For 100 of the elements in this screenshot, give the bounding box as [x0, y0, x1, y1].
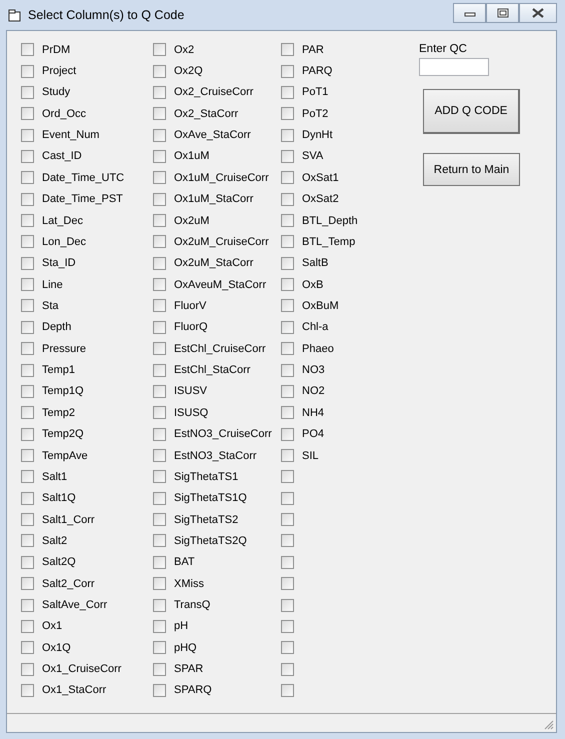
checkbox[interactable]	[21, 364, 34, 377]
checkbox[interactable]	[281, 449, 294, 462]
checkbox[interactable]	[21, 534, 34, 548]
checkbox[interactable]	[21, 684, 34, 697]
checkbox[interactable]	[281, 192, 294, 206]
checkbox[interactable]	[153, 641, 166, 654]
return-to-main-button[interactable]: Return to Main	[423, 153, 520, 186]
checkbox[interactable]	[21, 43, 34, 56]
checkbox[interactable]	[21, 235, 34, 248]
checkbox[interactable]	[153, 214, 166, 228]
checkbox[interactable]	[21, 150, 34, 163]
checkbox[interactable]	[21, 214, 34, 228]
checkbox[interactable]	[281, 428, 294, 441]
checkbox[interactable]	[153, 620, 166, 633]
checkbox[interactable]	[281, 214, 294, 228]
checkbox[interactable]	[21, 513, 34, 526]
checkbox[interactable]	[21, 449, 34, 462]
checkbox[interactable]	[153, 598, 166, 612]
checkbox[interactable]	[153, 577, 166, 590]
close-button[interactable]	[519, 3, 557, 23]
checkbox[interactable]	[153, 278, 166, 292]
maximize-button[interactable]	[486, 3, 519, 23]
checkbox[interactable]	[21, 107, 34, 120]
checkbox[interactable]	[153, 684, 166, 697]
checkbox[interactable]	[153, 128, 166, 142]
checkbox[interactable]	[153, 86, 166, 99]
checkbox[interactable]	[21, 320, 34, 334]
checkbox[interactable]	[153, 556, 166, 569]
checkbox[interactable]	[281, 86, 294, 99]
checkbox[interactable]	[281, 534, 294, 548]
checkbox[interactable]	[153, 662, 166, 676]
checkbox[interactable]	[21, 470, 34, 484]
checkbox[interactable]	[281, 684, 294, 697]
checkbox[interactable]	[281, 299, 294, 312]
checkbox[interactable]	[21, 428, 34, 441]
checkbox[interactable]	[21, 384, 34, 398]
checkbox[interactable]	[281, 364, 294, 377]
checkbox[interactable]	[153, 364, 166, 377]
checkbox[interactable]	[153, 406, 166, 420]
checkbox[interactable]	[21, 641, 34, 654]
checkbox[interactable]	[281, 406, 294, 420]
checkbox[interactable]	[281, 556, 294, 569]
checkbox[interactable]	[21, 64, 34, 78]
checkbox[interactable]	[281, 320, 294, 334]
checkbox[interactable]	[281, 235, 294, 248]
checkbox[interactable]	[281, 171, 294, 184]
checkbox[interactable]	[21, 299, 34, 312]
checkbox[interactable]	[281, 470, 294, 484]
checkbox[interactable]	[21, 662, 34, 676]
checkbox[interactable]	[153, 171, 166, 184]
checkbox[interactable]	[21, 128, 34, 142]
checkbox[interactable]	[281, 64, 294, 78]
checkbox[interactable]	[153, 449, 166, 462]
checkbox[interactable]	[153, 299, 166, 312]
checkbox[interactable]	[21, 577, 34, 590]
checkbox[interactable]	[153, 107, 166, 120]
checkbox[interactable]	[21, 278, 34, 292]
checkbox[interactable]	[153, 384, 166, 398]
checkbox[interactable]	[281, 150, 294, 163]
checkbox[interactable]	[153, 492, 166, 505]
checkbox-label: TransQ	[174, 599, 210, 612]
checkbox[interactable]	[21, 492, 34, 505]
checkbox[interactable]	[153, 192, 166, 206]
checkbox[interactable]	[153, 470, 166, 484]
checkbox[interactable]	[21, 342, 34, 356]
checkbox[interactable]	[281, 577, 294, 590]
checkbox[interactable]	[281, 43, 294, 56]
checkbox[interactable]	[21, 171, 34, 184]
checkbox[interactable]	[153, 64, 166, 78]
checkbox[interactable]	[281, 107, 294, 120]
checkbox[interactable]	[21, 192, 34, 206]
checkbox[interactable]	[153, 235, 166, 248]
checkbox[interactable]	[153, 256, 166, 270]
checkbox[interactable]	[153, 534, 166, 548]
checkbox[interactable]	[153, 150, 166, 163]
checkbox[interactable]	[281, 513, 294, 526]
checkbox[interactable]	[153, 513, 166, 526]
qc-input-field[interactable]	[419, 58, 489, 76]
checkbox[interactable]	[281, 662, 294, 676]
checkbox[interactable]	[21, 256, 34, 270]
checkbox[interactable]	[21, 86, 34, 99]
checkbox[interactable]	[153, 428, 166, 441]
checkbox[interactable]	[281, 342, 294, 356]
checkbox[interactable]	[281, 278, 294, 292]
checkbox[interactable]	[281, 256, 294, 270]
checkbox[interactable]	[281, 128, 294, 142]
checkbox[interactable]	[21, 556, 34, 569]
checkbox[interactable]	[281, 492, 294, 505]
checkbox[interactable]	[153, 342, 166, 356]
checkbox[interactable]	[281, 598, 294, 612]
checkbox[interactable]	[153, 320, 166, 334]
minimize-button[interactable]	[453, 3, 486, 23]
checkbox[interactable]	[21, 598, 34, 612]
checkbox[interactable]	[281, 384, 294, 398]
add-q-code-button[interactable]: ADD Q CODE	[423, 89, 520, 134]
checkbox[interactable]	[281, 641, 294, 654]
checkbox[interactable]	[153, 43, 166, 56]
checkbox[interactable]	[281, 620, 294, 633]
checkbox[interactable]	[21, 620, 34, 633]
checkbox[interactable]	[21, 406, 34, 420]
